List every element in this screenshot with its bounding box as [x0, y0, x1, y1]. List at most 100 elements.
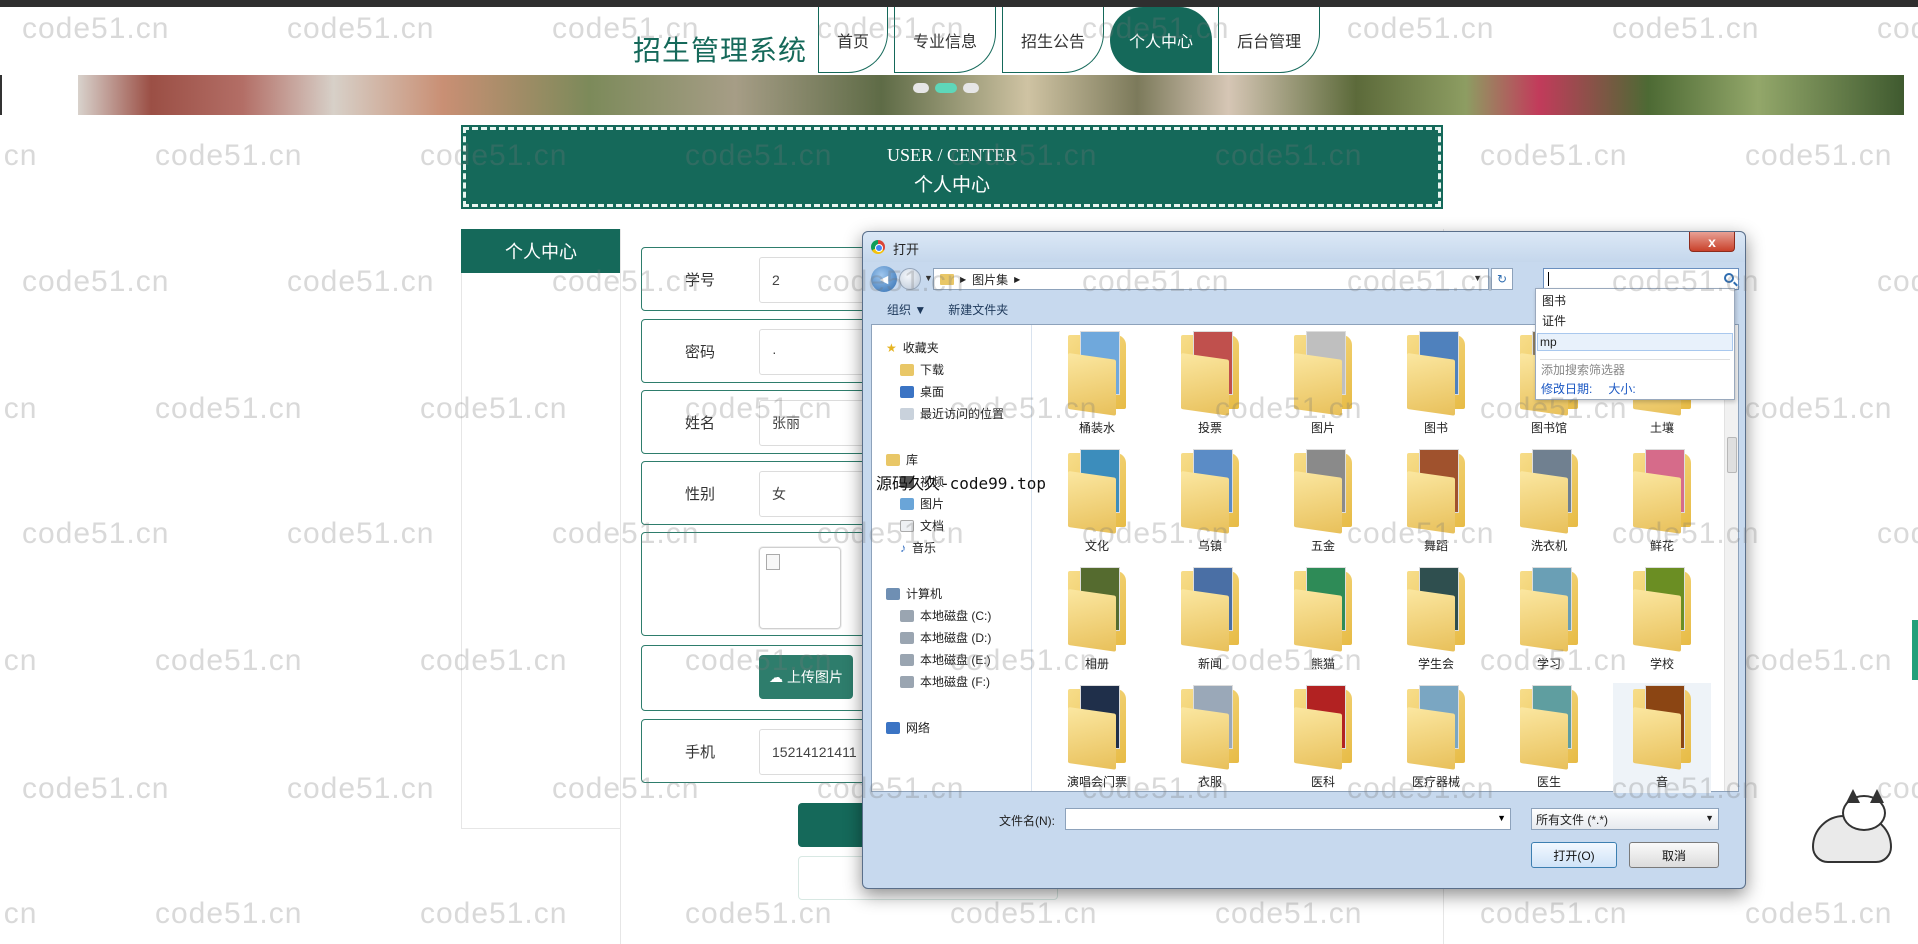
nav-majors[interactable]: 专业信息	[894, 7, 997, 73]
folder-item[interactable]: 图书	[1387, 329, 1485, 439]
filter-size[interactable]: 大小:	[1608, 380, 1635, 397]
folder-item[interactable]: 演唱会门票	[1048, 683, 1146, 793]
watermark-text: code51.cn	[155, 897, 303, 930]
folder-name: 图书	[1423, 421, 1448, 435]
chevron-right-icon: ▶	[1014, 274, 1021, 284]
folder-item[interactable]: 医生	[1500, 683, 1598, 793]
nav-drive-f[interactable]: 本地磁盘 (F:)	[900, 673, 990, 690]
folder-item[interactable]: 图片	[1274, 329, 1372, 439]
folder-item[interactable]: 熊猫	[1274, 565, 1372, 675]
search-icon[interactable]	[1724, 273, 1734, 283]
organize-menu[interactable]: 组织 ▼	[887, 301, 926, 318]
field-label: 密码	[684, 343, 715, 361]
drive-icon	[900, 675, 914, 688]
banner-image	[78, 75, 1904, 115]
nav-drive-c[interactable]: 本地磁盘 (C:)	[900, 607, 991, 624]
scrollbar-thumb[interactable]	[1727, 437, 1737, 473]
folder-item[interactable]: 音	[1613, 683, 1711, 793]
nav-admin[interactable]: 后台管理	[1218, 7, 1321, 73]
refresh-icon[interactable]: ↻	[1491, 268, 1513, 290]
folder-name: 新闻	[1197, 657, 1222, 671]
documents-icon	[900, 519, 914, 532]
cancel-button[interactable]: 取消	[1629, 842, 1719, 868]
watermark-text: code51.cn	[0, 392, 38, 425]
nav-announcements[interactable]: 招生公告	[1002, 7, 1105, 73]
folder-item[interactable]: 医疗器械	[1387, 683, 1485, 793]
folder-item[interactable]: 桶装水	[1048, 329, 1146, 439]
filter-date-modified[interactable]: 修改日期:	[1541, 380, 1592, 397]
breadcrumb-item[interactable]: 图片集	[972, 271, 1008, 288]
nav-library[interactable]: 库	[886, 451, 918, 468]
chevron-down-icon[interactable]: ▼	[1473, 273, 1482, 283]
folder-item[interactable]: 相册	[1048, 565, 1146, 675]
field-label: 性别	[684, 485, 715, 503]
nav-computer[interactable]: 计算机	[886, 585, 942, 602]
sidebar-item-user-center[interactable]: 个人中心	[461, 229, 621, 273]
watermark-text: code51.cn	[287, 517, 435, 550]
folder-item[interactable]: 乌镇	[1161, 447, 1259, 557]
nav-recent[interactable]: 最近访问的位置	[900, 405, 1004, 422]
folder-flap	[1181, 707, 1229, 770]
nav-downloads[interactable]: 下载	[900, 361, 944, 378]
folder-item[interactable]: 新闻	[1161, 565, 1259, 675]
nav-desktop[interactable]: 桌面	[900, 383, 944, 400]
nav-user-center[interactable]: 个人中心	[1110, 7, 1213, 73]
carousel-dot-active[interactable]	[935, 83, 957, 93]
folder-flap	[1181, 589, 1229, 652]
folder-item[interactable]: 洗衣机	[1500, 447, 1598, 557]
nav-network[interactable]: 网络	[886, 719, 930, 736]
nav-drive-e[interactable]: 本地磁盘 (E:)	[900, 651, 991, 668]
cloud-upload-icon: ☁	[769, 668, 783, 685]
folder-item[interactable]: 学习	[1500, 565, 1598, 675]
suggestion-item[interactable]: 图书	[1540, 291, 1566, 309]
drive-icon	[900, 631, 914, 644]
user-center-banner: USER / CENTER 个人中心	[461, 125, 1443, 209]
search-suggestions: 图书 证件 mp 添加搜索筛选器 修改日期: 大小:	[1535, 288, 1735, 400]
suggestion-item-hovered[interactable]: mp	[1537, 333, 1733, 351]
filetype-select[interactable]: 所有文件 (*.*) ▼	[1531, 808, 1719, 830]
folder-item[interactable]: 五金	[1274, 447, 1372, 557]
folder-flap	[1068, 353, 1116, 416]
folder-item[interactable]: 投票	[1161, 329, 1259, 439]
nav-music[interactable]: ♪ 音乐	[900, 539, 936, 556]
folder-item[interactable]: 学生会	[1387, 565, 1485, 675]
folder-flap	[1294, 707, 1342, 770]
chevron-down-icon[interactable]: ▼	[1497, 813, 1506, 823]
new-folder-button[interactable]: 新建文件夹	[948, 301, 1008, 318]
drive-icon	[900, 609, 914, 622]
folder-item[interactable]: 衣服	[1161, 683, 1259, 793]
address-bar[interactable]: ▶ 图片集 ▶ ▼	[933, 268, 1489, 290]
open-button[interactable]: 打开(O)	[1531, 842, 1617, 868]
folder-item[interactable]: 学校	[1613, 565, 1711, 675]
folder-name: 医疗器械	[1411, 775, 1460, 789]
forward-arrow-icon[interactable]	[899, 268, 921, 290]
chrome-icon	[871, 240, 885, 254]
carousel-dot[interactable]	[963, 83, 979, 93]
carousel-dots	[913, 83, 979, 93]
back-arrow-icon[interactable]: ◄	[871, 266, 897, 292]
folder-name: 演唱会门票	[1066, 775, 1127, 789]
folder-name: 乌镇	[1197, 539, 1222, 553]
folder-name: 医科	[1310, 775, 1335, 789]
folder-item[interactable]: 鲜花	[1613, 447, 1711, 557]
folder-item[interactable]: 舞蹈	[1387, 447, 1485, 557]
search-input[interactable]	[1543, 268, 1739, 290]
suggestion-item[interactable]: 证件	[1540, 311, 1566, 329]
folder-name: 鲜花	[1649, 539, 1674, 553]
folder-flap	[1294, 353, 1342, 416]
nav-favorites[interactable]: ★ 收藏夹	[886, 339, 939, 356]
nav-pictures[interactable]: 图片	[900, 495, 944, 512]
nav-drive-d[interactable]: 本地磁盘 (D:)	[900, 629, 991, 646]
folder-name: 五金	[1310, 539, 1335, 553]
close-button[interactable]: x	[1689, 232, 1735, 252]
folder-name: 相册	[1084, 657, 1109, 671]
recent-dropdown-icon[interactable]: ▼	[924, 273, 933, 283]
folder-item[interactable]: 医科	[1274, 683, 1372, 793]
filename-input[interactable]: ▼	[1065, 808, 1511, 830]
nav-documents[interactable]: 文档	[900, 517, 944, 534]
computer-icon	[886, 587, 900, 600]
carousel-dot[interactable]	[913, 83, 929, 93]
nav-home[interactable]: 首页	[818, 7, 889, 73]
upload-image-button[interactable]: ☁ 上传图片	[759, 655, 853, 699]
folder-item[interactable]: 文化	[1048, 447, 1146, 557]
